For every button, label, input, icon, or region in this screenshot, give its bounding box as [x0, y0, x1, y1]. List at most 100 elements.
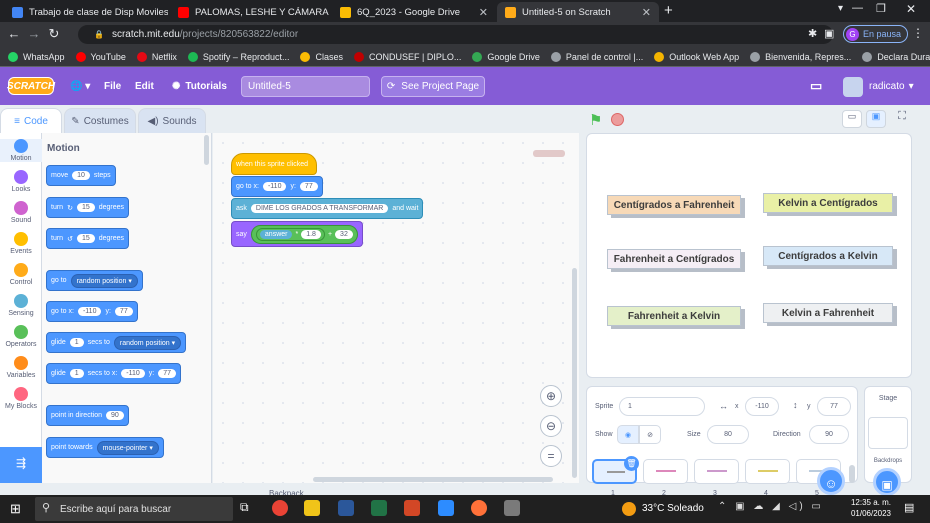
see-project-page-button[interactable]: ⟳ See Project Page [381, 76, 485, 97]
card-k-to-c[interactable]: Kelvin a Centígrados [763, 193, 893, 213]
small-stage-icon[interactable]: ▭ [842, 110, 862, 128]
delete-sprite-icon[interactable]: 🗑 [624, 456, 639, 471]
fullscreen-icon[interactable]: ⛶ [892, 110, 912, 128]
windows-start-icon[interactable]: ⊞ [10, 501, 21, 517]
profile-button[interactable]: G En pausa [843, 25, 909, 43]
stop-icon[interactable] [611, 113, 624, 126]
comment-note[interactable] [533, 150, 565, 157]
question-input[interactable]: DIME LOS GRADOS A TRANSFORMAR [250, 204, 389, 213]
file-explorer-icon[interactable] [304, 500, 320, 516]
direction-input[interactable]: 90 [809, 425, 849, 444]
direction-input[interactable]: 90 [105, 411, 124, 420]
target-dropdown[interactable]: random position ▾ [113, 335, 182, 350]
script-area[interactable]: when this sprite clicked go to x: -110 y: 7… [213, 133, 579, 498]
bookmark-item[interactable]: Clases [300, 51, 343, 62]
card-f-to-c[interactable]: Fahrenheit a Centígrados [607, 249, 741, 269]
browser-tab-3[interactable]: 6Q_2023 - Google Drive ✕ [332, 2, 496, 22]
bookmark-item[interactable]: Spotify – Reproduct... [187, 51, 289, 62]
bookmark-item[interactable]: Bienvenida, Repres... [750, 51, 851, 62]
addend-input[interactable]: 32 [335, 229, 353, 239]
card-c-to-k[interactable]: Centígrados a Kelvin [763, 246, 893, 266]
x-input[interactable]: -110 [262, 182, 287, 191]
url-field[interactable]: 🔒 scratch.mit.edu/projects/820563822/edit… [78, 25, 833, 44]
card-c-to-f[interactable]: Centígrados a Fahrenheit [607, 195, 741, 215]
goto-xy-block[interactable]: go to x: -110 y: 77 [231, 176, 323, 197]
hide-icon[interactable]: ⊘ [639, 425, 661, 444]
stage-selector-pane[interactable]: Stage Backdrops ▣ [864, 386, 912, 496]
large-stage-icon[interactable]: ▣ [866, 110, 886, 128]
browser-tab-2[interactable]: PALOMAS, LESHE Y CÁMARA✕ [170, 2, 330, 22]
choose-sprite-cat-icon[interactable]: ☺ [817, 467, 845, 495]
category-motion[interactable]: Motion [0, 139, 42, 162]
sprite-list-scrollbar[interactable] [849, 465, 855, 483]
category-my-blocks[interactable]: My Blocks [0, 387, 42, 410]
block-input[interactable]: 15 [76, 203, 95, 212]
script-horizontal-scrollbar[interactable] [313, 477, 553, 482]
choose-backdrop-icon[interactable]: ▣ [873, 468, 901, 496]
when-sprite-clicked-hat[interactable]: when this sprite clicked [231, 153, 317, 175]
notification-icon[interactable]: ▤ [904, 501, 914, 514]
task-view-icon[interactable]: ⧉ [240, 500, 249, 515]
minimize-window-icon[interactable]: — [852, 2, 863, 14]
category-control[interactable]: Control [0, 263, 42, 286]
sidebar-icon[interactable]: ▣ [824, 27, 834, 40]
card-f-to-k[interactable]: Fahrenheit a Kelvin [607, 306, 741, 326]
multiply-operator[interactable]: answer * 1.8 [255, 227, 325, 241]
bookmark-item[interactable]: CONDUSEF | DIPLO... [353, 51, 461, 62]
script-vertical-scrollbar[interactable] [572, 268, 577, 478]
sprite-name-input[interactable]: 1 [619, 397, 705, 416]
excel-icon[interactable] [371, 500, 387, 516]
sprite-thumb-4[interactable] [745, 459, 790, 484]
zoom-in-icon[interactable]: ⊕ [540, 385, 562, 407]
project-title-input[interactable]: Untitled-5 [241, 76, 370, 97]
secs-input[interactable]: 1 [69, 338, 84, 347]
zoom-out-icon[interactable]: ⊖ [540, 415, 562, 437]
app-icon[interactable] [504, 500, 520, 516]
turn-left-block[interactable]: turn ↺ 15 degrees [46, 228, 130, 249]
target-dropdown[interactable]: random position ▾ [70, 273, 138, 288]
bookmark-item[interactable]: Outlook Web App [654, 51, 739, 62]
bookmark-item[interactable]: Netflix [136, 51, 177, 62]
show-visible-icon[interactable]: ◉ [617, 425, 639, 444]
category-events[interactable]: Events [0, 232, 42, 255]
point-direction-block[interactable]: point in direction 90 [46, 405, 129, 426]
close-icon[interactable]: ✕ [329, 6, 330, 19]
target-dropdown[interactable]: mouse-pointer ▾ [96, 440, 159, 455]
move-steps-block[interactable]: move 10 steps [46, 165, 116, 186]
category-sound[interactable]: Sound [0, 201, 42, 224]
reload-icon[interactable]: ↻ [46, 26, 62, 42]
bookmark-item[interactable]: Google Drive [472, 51, 540, 62]
y-input[interactable]: 77 [299, 182, 318, 191]
clock-time[interactable]: 12:35 a. m. [848, 498, 894, 507]
close-icon[interactable]: ✕ [642, 6, 651, 19]
powerpoint-icon[interactable] [404, 500, 420, 516]
firefox-icon[interactable] [471, 500, 487, 516]
close-icon[interactable]: ✕ [479, 6, 488, 19]
stage-thumbnail[interactable] [868, 417, 908, 449]
green-flag-icon[interactable]: ⚑ [589, 111, 602, 129]
browser-tab-4-active[interactable]: Untitled-5 on Scratch ✕ [497, 2, 659, 22]
multiplier-input[interactable]: 1.8 [301, 229, 321, 239]
card-k-to-f[interactable]: Kelvin a Fahrenheit [763, 303, 893, 323]
kebab-menu-icon[interactable]: ⋮ [912, 26, 924, 40]
my-stuff-folder-icon[interactable]: ▭ [810, 67, 822, 105]
y-input[interactable]: 77 [158, 369, 177, 378]
file-menu[interactable]: File [104, 67, 121, 105]
zoom-reset-icon[interactable]: = [540, 445, 562, 467]
tab-code[interactable]: ≡ Code [0, 108, 62, 133]
tutorials-button[interactable]: ✺ Tutorials [172, 67, 227, 105]
goto-xy-block[interactable]: go to x: -110 y: 77 [46, 301, 138, 322]
bookmark-item[interactable]: Declara Durango [862, 51, 930, 62]
bookmark-item[interactable]: WhatsApp [8, 51, 65, 62]
restore-window-icon[interactable]: ❐ [876, 2, 886, 15]
y-input[interactable]: 77 [114, 307, 133, 316]
account-menu[interactable]: radicato ▾ [843, 76, 914, 97]
category-operators[interactable]: Operators [0, 325, 42, 348]
block-input[interactable]: 10 [72, 171, 90, 180]
sprite-thumb-2[interactable] [643, 459, 688, 484]
answer-reporter[interactable]: answer [259, 229, 293, 239]
category-looks[interactable]: Looks [0, 170, 42, 193]
size-input[interactable]: 80 [707, 425, 749, 444]
x-input[interactable]: -110 [745, 397, 779, 416]
extensions-icon[interactable]: ✱ [808, 27, 817, 40]
